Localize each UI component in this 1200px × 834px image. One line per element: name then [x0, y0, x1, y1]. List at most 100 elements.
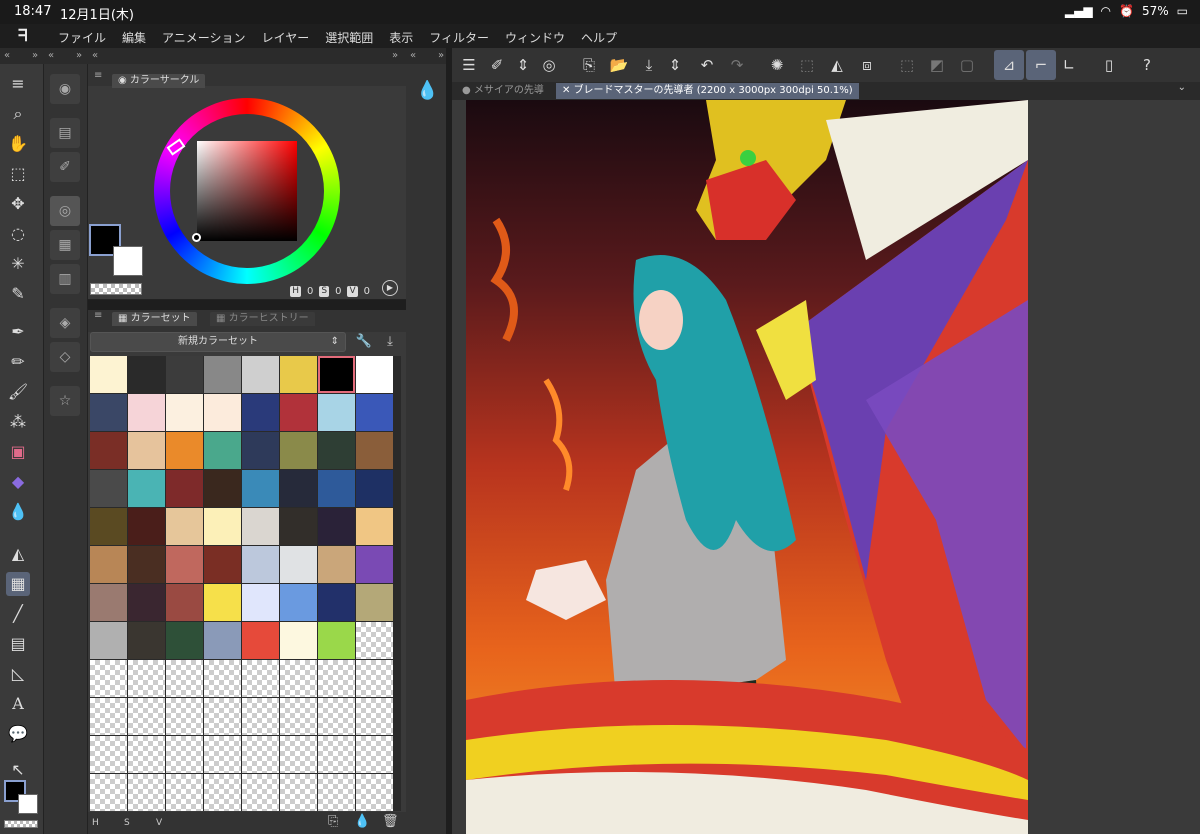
empty-swatch[interactable] [280, 698, 317, 735]
color-swatch[interactable] [204, 584, 241, 621]
color-swatch[interactable] [128, 394, 165, 431]
color-swatch[interactable] [90, 470, 127, 507]
decoration-icon[interactable]: ▣ [6, 440, 30, 464]
spiral-icon[interactable]: ◎ [538, 54, 560, 76]
redo-icon[interactable]: ↷ [726, 54, 748, 76]
material-icon[interactable]: ☆ [50, 386, 80, 416]
empty-swatch[interactable] [280, 736, 317, 773]
tab-color-circle[interactable]: ◉ カラーサークル [112, 74, 206, 88]
color-swatch[interactable] [166, 584, 203, 621]
canvas-artwork[interactable] [466, 100, 1028, 834]
updown-icon-2[interactable]: ⇕ [664, 54, 686, 76]
color-swatch[interactable] [356, 508, 393, 545]
menu-edit[interactable]: 編集 [122, 29, 146, 46]
move-icon[interactable]: ✥ [6, 192, 30, 216]
color-swatch[interactable] [90, 356, 127, 393]
empty-swatch[interactable] [128, 698, 165, 735]
pen-icon[interactable]: ✒ [6, 320, 30, 344]
balloon-icon[interactable]: 💬 [6, 722, 30, 746]
color-mode-toggle-icon[interactable]: ▶ [382, 280, 398, 296]
empty-swatch[interactable] [356, 622, 393, 659]
delete-color-icon[interactable]: 🗑 [382, 814, 399, 829]
menu-file[interactable]: ファイル [58, 29, 106, 46]
color-circle-icon[interactable]: ◎ [50, 196, 80, 226]
collapse-left-icon-3[interactable]: « [92, 48, 98, 64]
help-icon[interactable]: ? [1136, 54, 1158, 76]
color-swatch[interactable] [280, 470, 317, 507]
color-swatch[interactable] [90, 508, 127, 545]
canvas-area[interactable] [452, 100, 1200, 834]
snap-grid-icon[interactable]: ∟ [1058, 54, 1080, 76]
color-swatch[interactable] [280, 356, 317, 393]
fill-icon[interactable]: ◭ [6, 542, 30, 566]
gradient-icon[interactable]: ▦ [6, 572, 30, 596]
color-swatch[interactable] [204, 508, 241, 545]
menu-grip-icon[interactable]: ≡ [6, 72, 30, 96]
eyedropper-icon[interactable]: ✎ [6, 282, 30, 306]
empty-swatch[interactable] [356, 736, 393, 773]
sub-color-swatch-small[interactable] [18, 794, 38, 814]
color-swatch[interactable] [128, 546, 165, 583]
clear-icon[interactable]: ⬚ [796, 54, 818, 76]
sub-color-swatch[interactable] [113, 246, 143, 276]
color-swatch[interactable] [242, 622, 279, 659]
empty-swatch[interactable] [242, 736, 279, 773]
magic-wand-icon[interactable]: ✳ [6, 252, 30, 276]
empty-swatch[interactable] [318, 698, 355, 735]
tab-color-history[interactable]: ▦ カラーヒストリー [210, 312, 315, 326]
menu-selection[interactable]: 選択範囲 [325, 29, 373, 46]
wrench-icon[interactable]: 🔧 [354, 332, 374, 352]
text-icon[interactable]: A [6, 692, 30, 716]
color-swatch[interactable] [128, 432, 165, 469]
color-swatch[interactable] [166, 546, 203, 583]
empty-swatch[interactable] [90, 660, 127, 697]
color-set-dropdown[interactable]: 新規カラーセット ⇕ [90, 332, 346, 352]
loading-icon[interactable]: ✺ [766, 54, 788, 76]
color-swatch[interactable] [356, 356, 393, 393]
frame-icon[interactable]: ▤ [6, 632, 30, 656]
tab-document-2[interactable]: ✕ ブレードマスターの先導者 (2200 x 3000px 300dpi 50.… [556, 83, 859, 99]
color-swatch[interactable] [204, 432, 241, 469]
empty-swatch[interactable] [280, 774, 317, 811]
blend-icon[interactable]: 💧 [6, 500, 30, 524]
color-set-icon[interactable]: ▦ [50, 230, 80, 260]
color-swatch[interactable] [128, 584, 165, 621]
empty-swatch[interactable] [242, 774, 279, 811]
collapse-left-icon[interactable]: « [4, 48, 10, 64]
sv-marker[interactable] [192, 233, 201, 242]
saturation-value-square[interactable] [192, 141, 297, 242]
color-swatch[interactable] [204, 470, 241, 507]
empty-swatch[interactable] [204, 698, 241, 735]
empty-swatch[interactable] [90, 774, 127, 811]
layer-search-icon[interactable]: ◇ [50, 342, 80, 372]
color-swatch[interactable] [166, 394, 203, 431]
transform-icon[interactable]: ⧈ [856, 54, 878, 76]
fill-bucket-icon[interactable]: ◭ [826, 54, 848, 76]
color-swatch[interactable] [242, 394, 279, 431]
panel-menu-icon-2[interactable]: ≡ [94, 310, 102, 321]
empty-swatch[interactable] [128, 660, 165, 697]
color-swatch[interactable] [318, 546, 355, 583]
eraser-icon[interactable]: ◆ [6, 470, 30, 494]
color-swatch[interactable] [356, 584, 393, 621]
color-swatch[interactable] [204, 394, 241, 431]
menu-view[interactable]: 表示 [389, 29, 413, 46]
color-swatch[interactable] [242, 508, 279, 545]
menu-window[interactable]: ウィンドウ [505, 29, 565, 46]
color-swatch[interactable] [128, 508, 165, 545]
hue-ring[interactable] [154, 98, 340, 284]
empty-swatch[interactable] [166, 660, 203, 697]
color-swatch[interactable] [90, 432, 127, 469]
color-swatch[interactable] [356, 394, 393, 431]
airbrush-icon[interactable]: ⁂ [6, 410, 30, 434]
selection-border-icon[interactable]: ▢ [956, 54, 978, 76]
transparent-swatch-small[interactable] [4, 820, 38, 828]
color-swatch[interactable] [90, 622, 127, 659]
color-swatch[interactable] [204, 622, 241, 659]
deselect-icon[interactable]: ⬚ [896, 54, 918, 76]
menu-filter[interactable]: フィルター [429, 29, 489, 46]
close-icon[interactable]: ✕ [562, 85, 574, 96]
snap-ruler-icon[interactable]: ⊿ [994, 50, 1024, 80]
panel-menu-icon[interactable]: ≡ [94, 70, 102, 81]
color-swatch[interactable] [356, 546, 393, 583]
